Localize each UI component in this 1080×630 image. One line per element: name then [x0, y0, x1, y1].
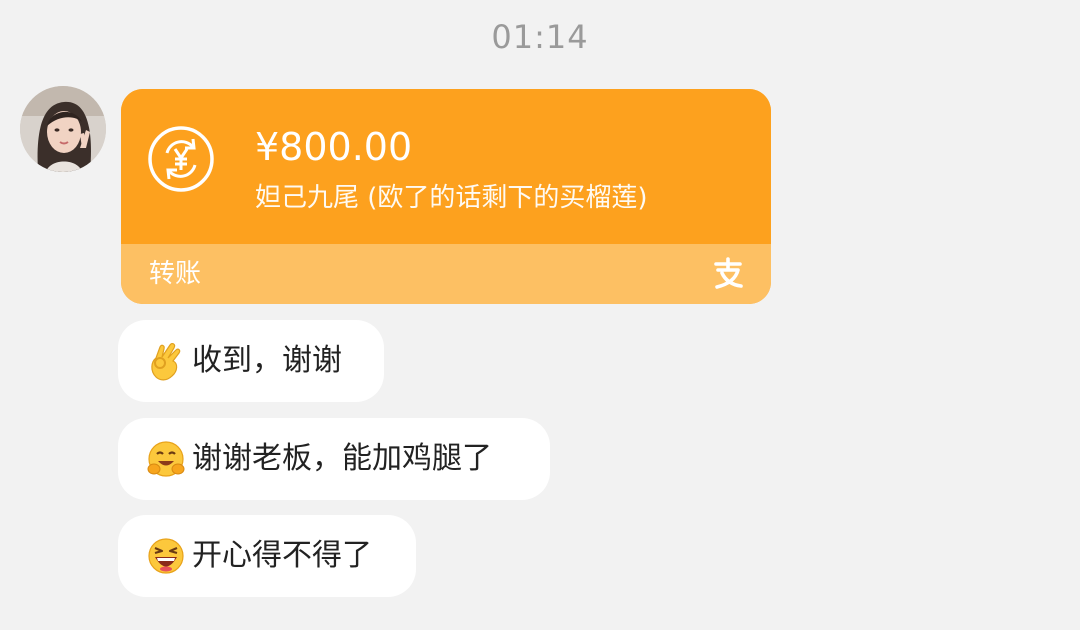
message-bubble[interactable]: 收到，谢谢 — [118, 320, 384, 402]
avatar[interactable] — [20, 86, 106, 172]
message-text: 收到，谢谢 — [192, 343, 342, 378]
laughing-face-emoji — [148, 538, 184, 574]
transfer-card[interactable]: ¥800.00 妲己九尾 (欧了的话剩下的买榴莲) 转账 — [121, 89, 771, 304]
chat-screen: 01:14 ¥800.00 妲己九尾 (欧了的话剩下的买榴莲) 转账 收到，谢谢… — [0, 0, 1080, 630]
hugging-face-emoji — [147, 441, 185, 477]
transfer-label: 转账 — [149, 259, 202, 289]
currency-exchange-icon — [148, 126, 214, 192]
message-timestamp: 01:14 — [491, 18, 589, 56]
message-bubble[interactable]: 开心得不得了 — [118, 515, 416, 597]
message-text: 开心得不得了 — [192, 538, 372, 573]
transfer-note: 妲己九尾 (欧了的话剩下的买榴莲) — [255, 183, 648, 213]
message-text: 谢谢老板，能加鸡腿了 — [192, 441, 492, 476]
message-bubble[interactable]: 谢谢老板，能加鸡腿了 — [118, 418, 550, 500]
transfer-amount: ¥800.00 — [255, 125, 413, 169]
transfer-card-body: ¥800.00 妲己九尾 (欧了的话剩下的买榴莲) — [121, 89, 771, 244]
transfer-card-footer: 转账 — [121, 244, 771, 304]
ok-hand-emoji — [151, 342, 181, 381]
alipay-icon — [714, 257, 743, 289]
